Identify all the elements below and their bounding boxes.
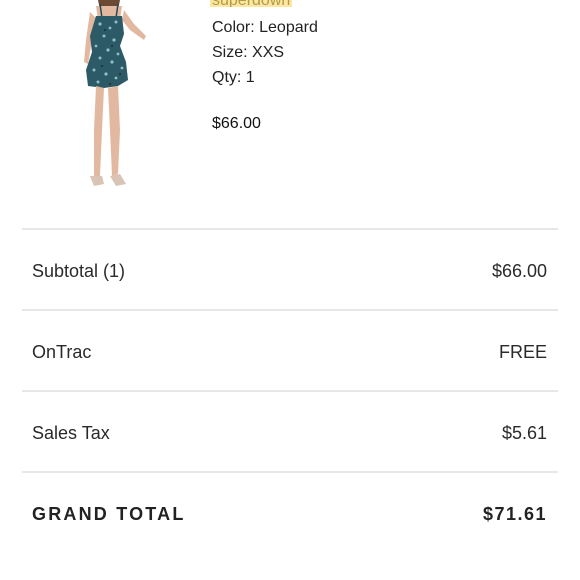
- shipping-value: FREE: [498, 342, 547, 362]
- sales-tax-row: Sales Tax $5.61: [22, 390, 558, 471]
- subtotal-label: Subtotal (1): [32, 261, 126, 281]
- product-image[interactable]: [60, 0, 170, 192]
- grand-total-row: GRAND TOTAL $71.61: [22, 471, 558, 552]
- grand-total-label: GRAND TOTAL: [32, 504, 186, 524]
- subtotal-value: $66.00: [491, 261, 547, 281]
- sales-tax-value: $5.61: [501, 423, 547, 443]
- product-color: Color: Leopard: [212, 19, 318, 36]
- shipping-row: OnTrac FREE: [22, 309, 558, 390]
- sales-tax-label: Sales Tax: [32, 423, 110, 443]
- product-price: $66.00: [212, 115, 261, 132]
- model-dress-figure: [84, 0, 146, 186]
- product-size: Size: XXS: [212, 44, 285, 61]
- subtotal-row: Subtotal (1) $66.00: [22, 228, 558, 309]
- product-brand-link[interactable]: superdown: [210, 0, 293, 7]
- grand-total-value: $71.61: [482, 504, 547, 524]
- order-totals: Subtotal (1) $66.00 OnTrac FREE Sales Ta…: [22, 228, 558, 552]
- product-qty: Qty: 1: [212, 69, 255, 86]
- product-line-item: superdown Color: Leopard Size: XXS Qty: …: [0, 0, 580, 200]
- order-summary-page: superdown Color: Leopard Size: XXS Qty: …: [0, 0, 580, 580]
- shipping-label: OnTrac: [32, 342, 92, 362]
- product-details: superdown Color: Leopard Size: XXS Qty: …: [210, 0, 552, 132]
